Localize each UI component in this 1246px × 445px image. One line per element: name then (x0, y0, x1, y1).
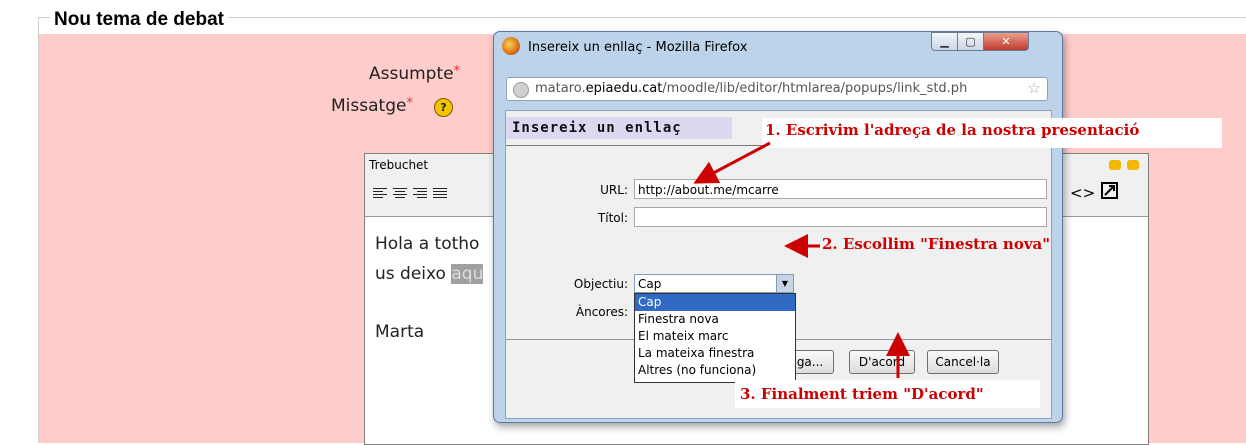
arrow-step-1 (693, 141, 771, 184)
annotation-arrows (693, 141, 910, 378)
